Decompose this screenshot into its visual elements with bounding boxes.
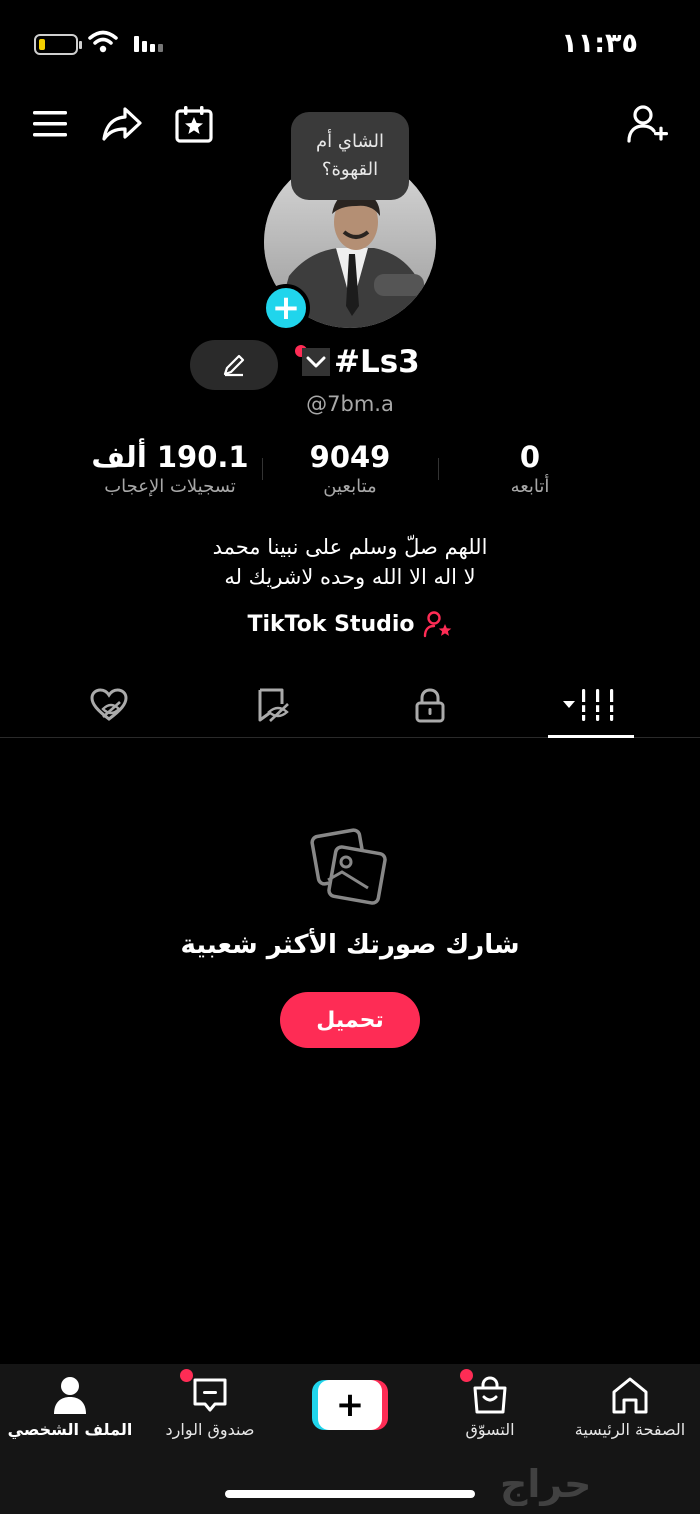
note-bubble[interactable]: الشاي أم القهوة؟ xyxy=(291,112,409,200)
inbox-notification-dot xyxy=(180,1369,193,1382)
status-time: ١١:٣٥ xyxy=(561,28,638,59)
favorites-hidden-icon xyxy=(258,688,289,722)
note-line-1: الشاي أم xyxy=(316,131,384,152)
stat-following[interactable]: 0 أتابعه xyxy=(430,440,630,497)
battery-icon xyxy=(34,34,82,55)
active-tab-indicator xyxy=(548,735,634,738)
create-button[interactable]: + xyxy=(312,1380,388,1430)
followers-count: 9049 xyxy=(309,440,391,474)
menu-icon[interactable] xyxy=(26,100,74,148)
tiktok-studio-link[interactable]: TikTok Studio xyxy=(0,610,700,638)
display-name: #Ls3 xyxy=(334,344,420,380)
display-name-row[interactable]: #Ls3 xyxy=(302,344,420,380)
liked-hidden-icon xyxy=(90,688,128,721)
watermark: حراج xyxy=(500,1462,592,1506)
nav-profile-label: الملف الشخصي xyxy=(7,1420,133,1439)
following-label: أتابعه xyxy=(510,476,550,497)
nav-inbox-label: صندوق الوارد xyxy=(165,1420,255,1439)
tab-liked[interactable] xyxy=(66,680,152,730)
chevron-down-icon[interactable] xyxy=(302,348,330,376)
username: @7bm.a xyxy=(306,392,394,416)
upload-button[interactable]: تحميل xyxy=(280,992,420,1048)
tab-favorites[interactable] xyxy=(230,680,316,730)
private-lock-icon xyxy=(415,688,445,723)
tab-private[interactable] xyxy=(387,680,473,730)
videos-grid-icon xyxy=(563,689,617,721)
bio-line-2: لا اله الا الله وحده لاشريك له xyxy=(224,565,476,589)
nav-shop-label: التسوّق xyxy=(465,1420,515,1439)
signal-icon xyxy=(134,36,163,52)
inbox-icon xyxy=(193,1378,227,1412)
studio-label: TikTok Studio xyxy=(247,611,415,637)
share-icon[interactable] xyxy=(98,100,146,148)
empty-state-title: شارك صورتك الأكثر شعبية xyxy=(180,930,520,960)
shop-notification-dot xyxy=(460,1369,473,1382)
tab-videos[interactable] xyxy=(548,680,634,730)
likes-label: تسجيلات الإعجاب xyxy=(104,476,236,497)
photos-icon xyxy=(310,828,390,912)
bio-line-1: اللهم صلّ وسلم على نبينا محمد xyxy=(212,535,488,559)
stat-likes[interactable]: 190.1 ألف تسجيلات الإعجاب xyxy=(70,440,270,497)
home-icon xyxy=(612,1377,648,1414)
nav-inbox[interactable]: صندوق الوارد xyxy=(140,1376,280,1439)
home-indicator[interactable] xyxy=(225,1490,475,1498)
nav-home[interactable]: الصفحة الرئيسية xyxy=(560,1376,700,1439)
likes-count: 190.1 ألف xyxy=(91,440,249,474)
profile-tabs xyxy=(0,672,700,738)
edit-profile-button[interactable] xyxy=(190,340,278,390)
stat-followers[interactable]: 9049 متابعين xyxy=(250,440,450,497)
add-story-button[interactable]: + xyxy=(262,284,310,332)
note-line-2: القهوة؟ xyxy=(321,159,379,180)
plus-icon: + xyxy=(318,1380,382,1430)
nav-home-label: الصفحة الرئيسية xyxy=(574,1420,686,1439)
following-count: 0 xyxy=(519,440,541,474)
wifi-icon xyxy=(88,30,118,58)
followers-label: متابعين xyxy=(323,476,377,497)
nav-profile[interactable]: الملف الشخصي xyxy=(0,1376,140,1439)
calendar-star-icon[interactable] xyxy=(170,100,218,148)
shopping-bag-icon xyxy=(473,1376,507,1414)
profile-icon xyxy=(54,1377,86,1414)
bio: اللهم صلّ وسلم على نبينا محمد لا اله الا… xyxy=(0,532,700,592)
add-friend-icon[interactable] xyxy=(624,100,672,148)
creator-star-icon xyxy=(423,611,451,638)
nav-shop[interactable]: التسوّق xyxy=(420,1376,560,1439)
pencil-icon xyxy=(223,354,245,377)
